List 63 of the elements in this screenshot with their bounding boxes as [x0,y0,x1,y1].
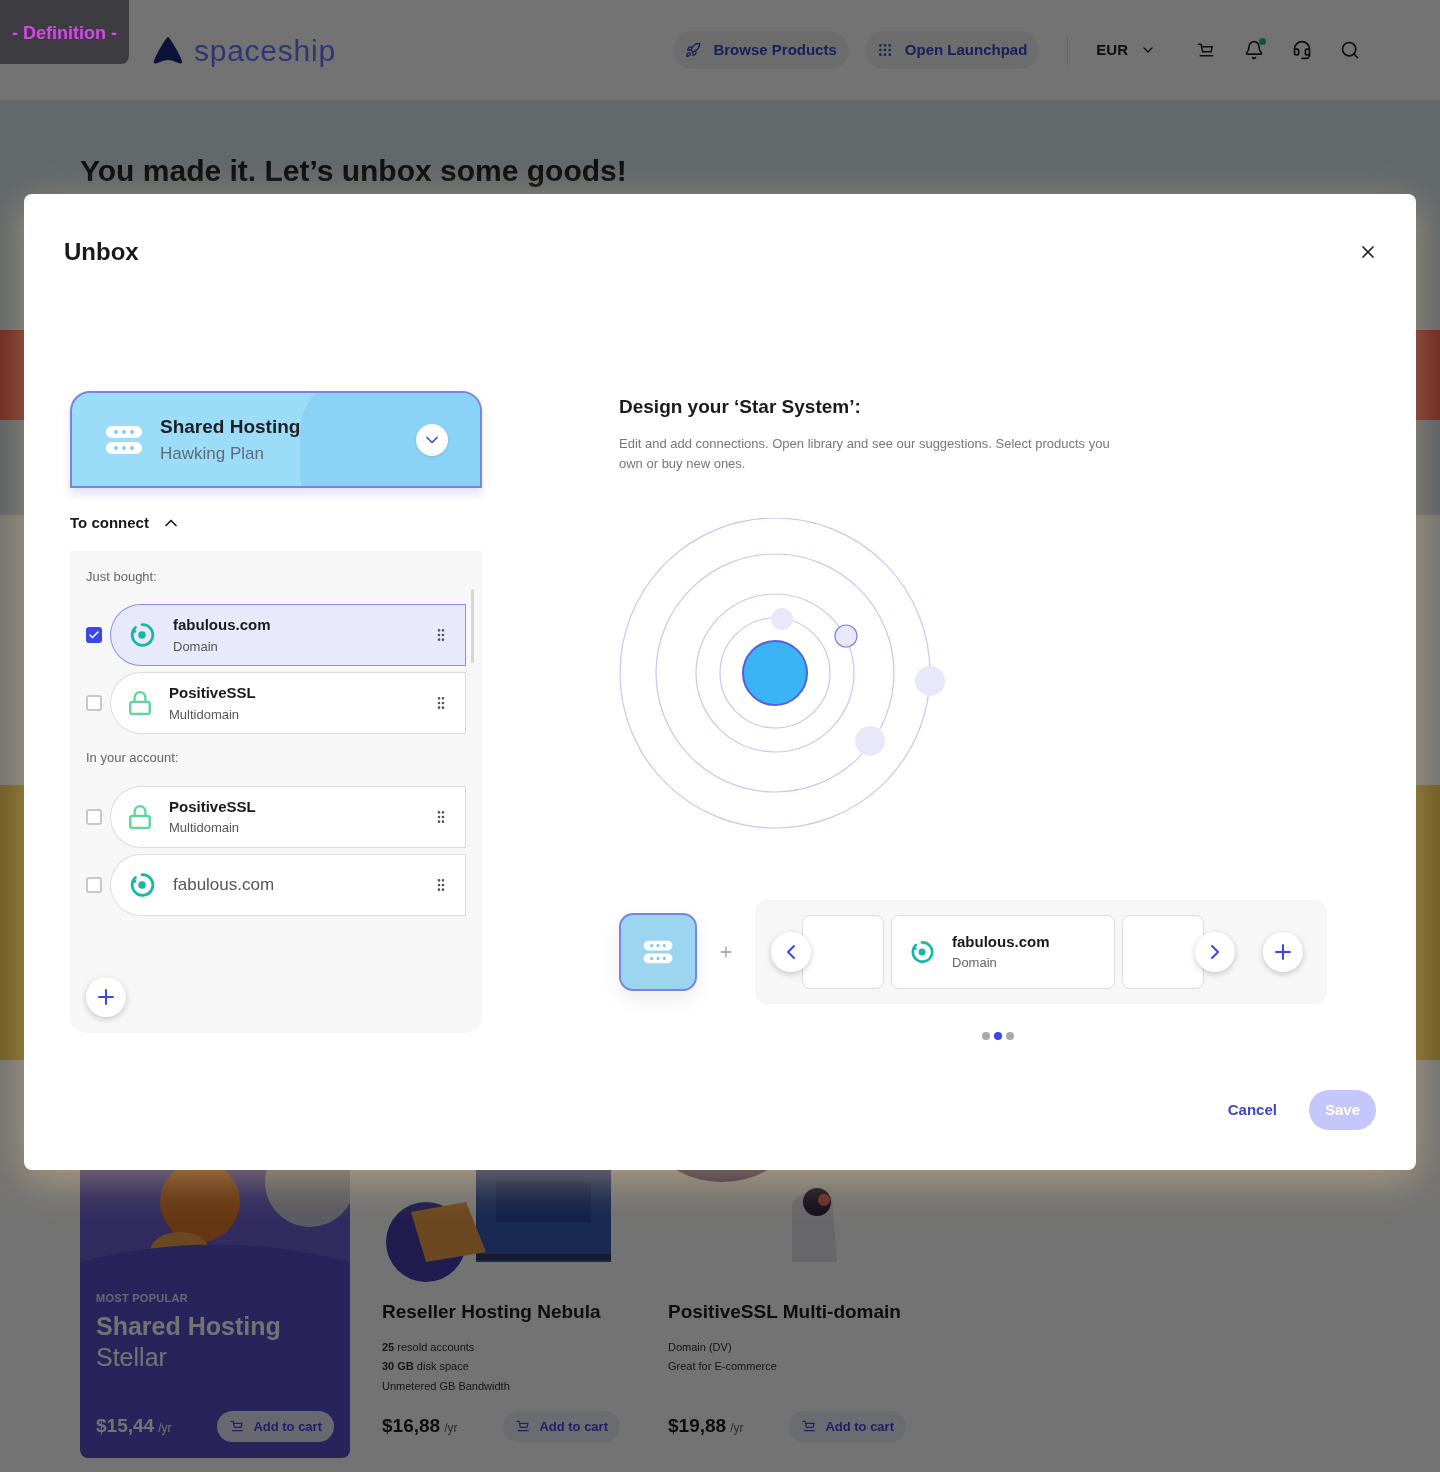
price: $19,88 [668,1414,727,1438]
notifications-button[interactable] [1244,40,1264,60]
feature-text: 25 resold accounts [382,1339,476,1355]
support-button[interactable] [1292,40,1312,60]
connect-item[interactable]: PositiveSSL Multidomain [110,672,466,734]
plan-name: Hawking Plan [160,443,265,465]
product-tile[interactable] [619,912,697,991]
price-period: /yr [158,1420,172,1437]
grid-icon [876,42,893,58]
item-name: PositiveSSL [169,683,256,703]
product-name: Shared Hosting [160,414,301,439]
group-label: In your account: [86,749,180,767]
rocket-icon [685,42,702,58]
dialog-title: Unbox [64,237,139,267]
hero-title: You made it. Let’s unbox some goods! [80,153,628,189]
connect-item[interactable]: fabulous.com Domain [110,604,466,666]
item-type: Domain [952,954,998,972]
section-description: Edit and add connections. Open library and see our suggestions. Select products you own or buy new ones. [619,434,1111,473]
carousel-card[interactable]: fabulous.com Domain [891,914,1115,989]
product-selector[interactable]: Shared Hosting Hawking Plan [70,391,482,488]
next-button[interactable] [1195,931,1235,972]
feature-text: 30 GB disk space [382,1359,470,1374]
item-name: fabulous.com [173,615,271,635]
checkbox[interactable] [86,808,102,825]
feature-text: Great for E-commerce [668,1359,778,1374]
product-title: Reseller Hosting Nebula [382,1300,602,1324]
item-name: fabulous.com [173,873,275,896]
price: $15,44 [96,1414,155,1438]
cancel-button[interactable]: Cancel [1227,1098,1277,1122]
checkbox[interactable] [86,876,102,893]
annotation-tag: - Definition - [0,0,129,64]
item-type: Multidomain [169,705,241,724]
cart-icon [1196,40,1216,60]
lock-icon [127,690,153,716]
section-title: Design your ‘Star System’: [619,395,862,419]
item-name: PositiveSSL [169,796,256,817]
price: $16,88 [382,1414,441,1438]
item-type: Multidomain [169,819,241,837]
checkbox[interactable] [86,695,102,711]
item-type: Domain [173,637,219,656]
feature-text: Unmetered GB Bandwidth [382,1378,511,1394]
add-button[interactable] [1263,931,1303,972]
product-subtitle: Stellar [96,1341,168,1373]
to-connect-toggle[interactable]: To connect [70,512,482,535]
item-name: fabulous.com [952,931,1050,952]
logo-text: spaceship [194,32,336,69]
product-title: Shared Hosting [96,1310,282,1342]
lock-icon [127,803,153,830]
cart-button[interactable] [1196,40,1216,60]
connect-item[interactable]: PositiveSSL Multidomain [110,785,466,848]
currency-dropdown[interactable]: EUR [1096,38,1156,62]
search-button[interactable] [1340,40,1360,60]
group-label: Just bought: [86,567,158,586]
connect-item[interactable]: fabulous.com [110,853,466,916]
checkbox[interactable] [86,627,102,643]
product-title: PositiveSSL Multi-domain [668,1300,902,1324]
price-period: /yr [730,1420,744,1437]
price-period: /yr [444,1420,458,1437]
feature-text: Domain (DV) [668,1339,733,1355]
add-button[interactable] [86,976,126,1017]
badge-label: MOST POPULAR [96,1291,189,1306]
check-icon [88,629,100,641]
previous-button[interactable] [771,931,811,972]
